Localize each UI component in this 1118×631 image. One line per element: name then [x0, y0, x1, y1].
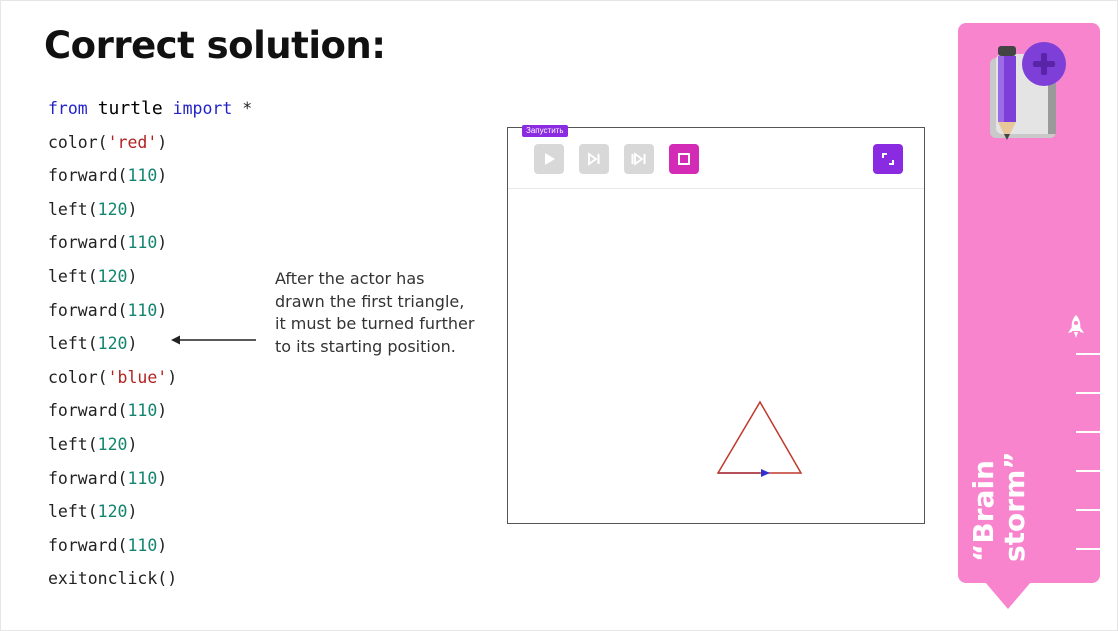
- arrow-left-icon: [171, 335, 256, 345]
- code-argument: 110: [127, 233, 158, 253]
- red-triangle: [716, 400, 803, 474]
- rocket-icon: [1068, 315, 1084, 338]
- code-function: left(: [48, 434, 98, 454]
- code-line: left(120): [48, 500, 252, 534]
- code-function: left(: [48, 199, 98, 219]
- annotation-note: After the actor has drawn the first tria…: [275, 269, 475, 356]
- code-function: color(: [48, 132, 108, 152]
- code-paren: ): [157, 300, 168, 320]
- code-function: forward(: [48, 535, 128, 555]
- ruler-tick: [1076, 548, 1100, 550]
- code-keyword: from: [48, 99, 88, 118]
- code-argument: 'blue': [107, 367, 168, 387]
- code-line: forward(110): [48, 467, 252, 501]
- code-argument: 110: [127, 300, 158, 320]
- code-paren: ): [157, 166, 168, 186]
- code-line: exitonclick(): [48, 567, 252, 601]
- code-line: forward(110): [48, 164, 252, 198]
- ruler-tick: [1076, 353, 1100, 355]
- code-argument: 120: [97, 199, 128, 219]
- code-keyword: import: [172, 99, 233, 118]
- code-line: color('red'): [48, 131, 252, 165]
- code-line: left(120): [48, 198, 252, 232]
- code-function: color(: [48, 367, 108, 387]
- code-function: left(: [48, 334, 98, 354]
- code-line: left(120): [48, 433, 252, 467]
- code-paren: ): [157, 468, 168, 488]
- code-argument: 110: [127, 166, 158, 186]
- turtle-cursor-icon: [761, 469, 770, 477]
- code-function: forward(: [48, 300, 128, 320]
- code-paren: ): [127, 334, 138, 354]
- code-paren: ): [157, 233, 168, 253]
- code-paren: ): [127, 502, 138, 522]
- code-wildcard: *: [242, 99, 253, 118]
- code-line-import: from turtle import *: [48, 97, 252, 131]
- code-line: forward(110): [48, 231, 252, 265]
- code-line: forward(110): [48, 399, 252, 433]
- code-argument: 'red': [107, 132, 158, 152]
- turtle-canvas: [716, 400, 803, 477]
- book-pencil-plus-icon: [990, 42, 1066, 140]
- code-paren: ): [127, 266, 138, 286]
- code-function: forward(: [48, 166, 128, 186]
- code-lines: color('red') forward(110) left(120) forward…: [48, 131, 252, 601]
- code-function: forward(: [48, 468, 128, 488]
- ruler-tick: [1076, 431, 1100, 433]
- code-function: forward(: [48, 401, 128, 421]
- sidebar-label: “Brain storm”: [967, 451, 1031, 562]
- code-line: color('blue'): [48, 366, 252, 400]
- code-listing: from turtle import * color('red') forward…: [48, 97, 252, 601]
- code-paren: ): [167, 367, 178, 387]
- code-function: left(: [48, 502, 98, 522]
- turtle-window: Запустить: [507, 125, 925, 524]
- ruler-tick: [1076, 509, 1100, 511]
- code-paren: ): [157, 401, 168, 421]
- code-function: exitonclick(): [48, 569, 178, 589]
- code-paren: ): [157, 132, 168, 152]
- sidebar-label-line1: “Brain: [967, 460, 1000, 562]
- code-argument: 110: [127, 535, 158, 555]
- code-argument: 110: [127, 468, 158, 488]
- code-argument: 120: [97, 266, 128, 286]
- code-line: forward(110): [48, 534, 252, 568]
- code-line: left(120): [48, 265, 252, 299]
- code-module: turtle: [97, 98, 163, 119]
- ruler-tick: [1076, 392, 1100, 394]
- slide-title: Correct solution:: [44, 24, 386, 67]
- code-function: left(: [48, 266, 98, 286]
- code-function: forward(: [48, 233, 128, 253]
- code-argument: 120: [97, 502, 128, 522]
- ruler-tick: [1076, 470, 1100, 472]
- sidebar-pointer: [985, 582, 1031, 609]
- code-argument: 120: [97, 434, 128, 454]
- code-argument: 120: [97, 334, 128, 354]
- code-paren: ): [127, 434, 138, 454]
- code-paren: ): [127, 199, 138, 219]
- code-argument: 110: [127, 401, 158, 421]
- sidebar-label-line2: storm”: [998, 451, 1031, 562]
- code-line: forward(110): [48, 299, 252, 333]
- code-paren: ): [157, 535, 168, 555]
